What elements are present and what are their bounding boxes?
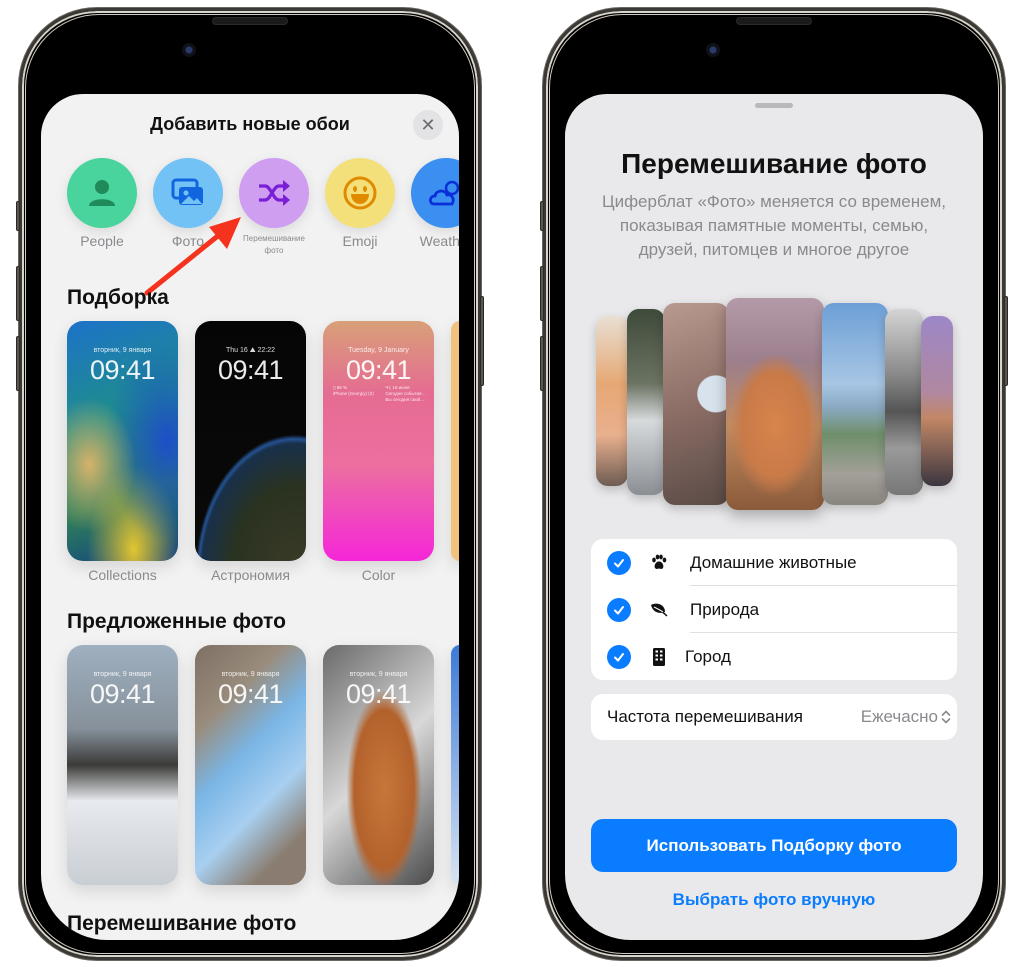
photo-shuffle-sheet: Перемешивание фото Циферблат «Фото» меня… bbox=[565, 94, 983, 940]
wallpaper-card-suggested[interactable] bbox=[451, 645, 459, 885]
option-label: Природа bbox=[690, 599, 760, 619]
choose-photos-manually-link[interactable]: Выбрать фото вручную bbox=[565, 890, 983, 910]
preview-photo bbox=[726, 298, 824, 510]
preview-photo bbox=[596, 316, 628, 486]
section-title-suggested: Предложенные фото bbox=[67, 610, 286, 633]
smiley-icon bbox=[343, 176, 377, 210]
speaker-grille bbox=[736, 17, 812, 25]
phone-frame-left: Добавить новые обои ✕ People Фото Переме… bbox=[16, 8, 484, 960]
lockscreen-date: вторник, 9 января bbox=[93, 671, 152, 678]
wallpaper-label: Астрономия bbox=[211, 567, 290, 583]
photos-icon bbox=[171, 178, 203, 205]
lockscreen-date: Thu 16 ⛰ 22:22 bbox=[225, 347, 276, 354]
lockscreen-widgets: ▯ 98 % iPhone (Georgiy) (2) Чт, 18 июня … bbox=[333, 385, 426, 403]
sheet-description: Циферблат «Фото» меняется со временем, п… bbox=[602, 192, 946, 259]
wallpaper-card-suggested[interactable]: вторник, 9 января 09:41 bbox=[67, 645, 178, 885]
chevron-up-down-icon bbox=[941, 710, 951, 724]
building-icon bbox=[649, 647, 669, 667]
widget-line: iPhone (Georgiy) (2) bbox=[333, 391, 374, 396]
volume-up-button bbox=[16, 266, 20, 321]
shuffle-icon bbox=[259, 180, 290, 206]
checkmark-icon[interactable] bbox=[607, 597, 631, 622]
power-button bbox=[480, 296, 484, 386]
widget-line: Вы сегодня свой… bbox=[385, 397, 425, 402]
featured-wallpaper-row: вторник, 9 января 09:41 Collections Thu … bbox=[67, 321, 459, 583]
suggested-wallpaper-row: вторник, 9 января 09:41 вторник, 9 январ… bbox=[67, 645, 459, 885]
preview-photo bbox=[885, 309, 923, 495]
paw-icon bbox=[649, 553, 669, 573]
category-label: Weather bbox=[419, 233, 459, 249]
category-row: People Фото Перемешивание фото Emoji Wea… bbox=[67, 158, 459, 257]
add-wallpaper-sheet: Добавить новые обои ✕ People Фото Переме… bbox=[41, 94, 459, 940]
shuffle-topics-list: Домашние животные Природа Город bbox=[591, 539, 957, 680]
lockscreen-time: 09:41 bbox=[345, 355, 412, 385]
lockscreen-time: 09:41 bbox=[89, 679, 156, 709]
weather-icon bbox=[428, 180, 459, 206]
wallpaper-label: Color bbox=[361, 567, 396, 583]
lockscreen-date: вторник, 9 января bbox=[93, 347, 152, 354]
volume-down-button bbox=[540, 336, 544, 391]
wallpaper-card-suggested[interactable]: вторник, 9 января 09:41 bbox=[195, 645, 306, 885]
option-row-city[interactable]: Город bbox=[591, 633, 957, 680]
section-title-shuffle: Перемешивание фото bbox=[67, 912, 297, 935]
action-button bbox=[540, 201, 544, 231]
wallpaper-card-color[interactable]: Tuesday, 9 January 09:41 ▯ 98 % iPhone (… bbox=[323, 321, 434, 561]
category-people-circle[interactable] bbox=[67, 158, 137, 228]
category-emoji-circle[interactable] bbox=[325, 158, 395, 228]
wallpaper-card-collections[interactable]: вторник, 9 января 09:41 bbox=[67, 321, 178, 561]
option-label: Домашние животные bbox=[690, 552, 857, 572]
wallpaper-label: Collections bbox=[88, 567, 157, 583]
front-camera bbox=[706, 43, 720, 57]
category-label: Emoji bbox=[342, 233, 378, 249]
frequency-value: Ежечасно bbox=[860, 707, 938, 726]
lockscreen-time: 09:41 bbox=[89, 355, 156, 385]
speaker-grille bbox=[212, 17, 288, 25]
category-people[interactable]: People bbox=[67, 158, 137, 257]
checkmark-icon[interactable] bbox=[607, 644, 631, 669]
option-row-nature[interactable]: Природа bbox=[591, 586, 957, 633]
wallpaper-card-emoji[interactable] bbox=[451, 321, 459, 561]
preview-photo bbox=[663, 303, 729, 505]
use-featured-photos-button[interactable]: Использовать Подборку фото bbox=[591, 819, 957, 872]
shuffle-frequency-row[interactable]: Частота перемешивания Ежечасно bbox=[591, 694, 957, 740]
frequency-label: Частота перемешивания bbox=[607, 707, 803, 726]
lockscreen-date: вторник, 9 января bbox=[349, 671, 408, 678]
preview-photo bbox=[921, 316, 953, 486]
option-row-pets[interactable]: Домашние животные bbox=[591, 539, 957, 586]
volume-down-button bbox=[16, 336, 20, 391]
sheet-heading: Перемешивание фото bbox=[621, 148, 927, 179]
category-weather[interactable]: Weather bbox=[411, 158, 459, 257]
sheet-grabber[interactable] bbox=[755, 103, 793, 108]
preview-photo bbox=[627, 309, 665, 495]
power-button bbox=[1004, 296, 1008, 386]
close-button[interactable]: ✕ bbox=[413, 110, 443, 140]
action-button bbox=[16, 201, 20, 231]
phone-frame-right: Перемешивание фото Циферблат «Фото» меня… bbox=[540, 8, 1008, 960]
wallpaper-card-suggested[interactable]: вторник, 9 января 09:41 bbox=[323, 645, 434, 885]
wallpaper-card-astronomy[interactable]: Thu 16 ⛰ 22:22 09:41 bbox=[195, 321, 306, 561]
calendar-widget: Чт, 18 июня Сегодня события… Вы сегодня … bbox=[385, 385, 426, 403]
close-icon: ✕ bbox=[420, 114, 436, 135]
front-camera bbox=[182, 43, 196, 57]
lockscreen-time: 09:41 bbox=[345, 679, 412, 709]
lockscreen-date: вторник, 9 января bbox=[221, 671, 280, 678]
category-label: People bbox=[80, 233, 124, 249]
person-icon bbox=[89, 180, 115, 206]
category-emoji[interactable]: Emoji bbox=[325, 158, 395, 257]
leaf-icon bbox=[649, 600, 669, 620]
section-title-featured: Подборка bbox=[67, 286, 169, 309]
frequency-selector[interactable]: Ежечасно bbox=[861, 707, 951, 727]
lockscreen-time: 09:41 bbox=[217, 355, 284, 385]
lockscreen-time: 09:41 bbox=[217, 679, 284, 709]
lockscreen-date: Tuesday, 9 January bbox=[348, 347, 409, 354]
sheet-title: Добавить новые обои bbox=[150, 114, 350, 134]
preview-photo bbox=[822, 303, 888, 505]
option-label: Город bbox=[685, 646, 731, 666]
battery-widget: ▯ 98 % iPhone (Georgiy) (2) bbox=[333, 385, 374, 403]
checkmark-icon[interactable] bbox=[607, 550, 631, 575]
category-weather-circle[interactable] bbox=[411, 158, 459, 228]
volume-up-button bbox=[540, 266, 544, 321]
photo-stack-preview bbox=[565, 298, 983, 520]
